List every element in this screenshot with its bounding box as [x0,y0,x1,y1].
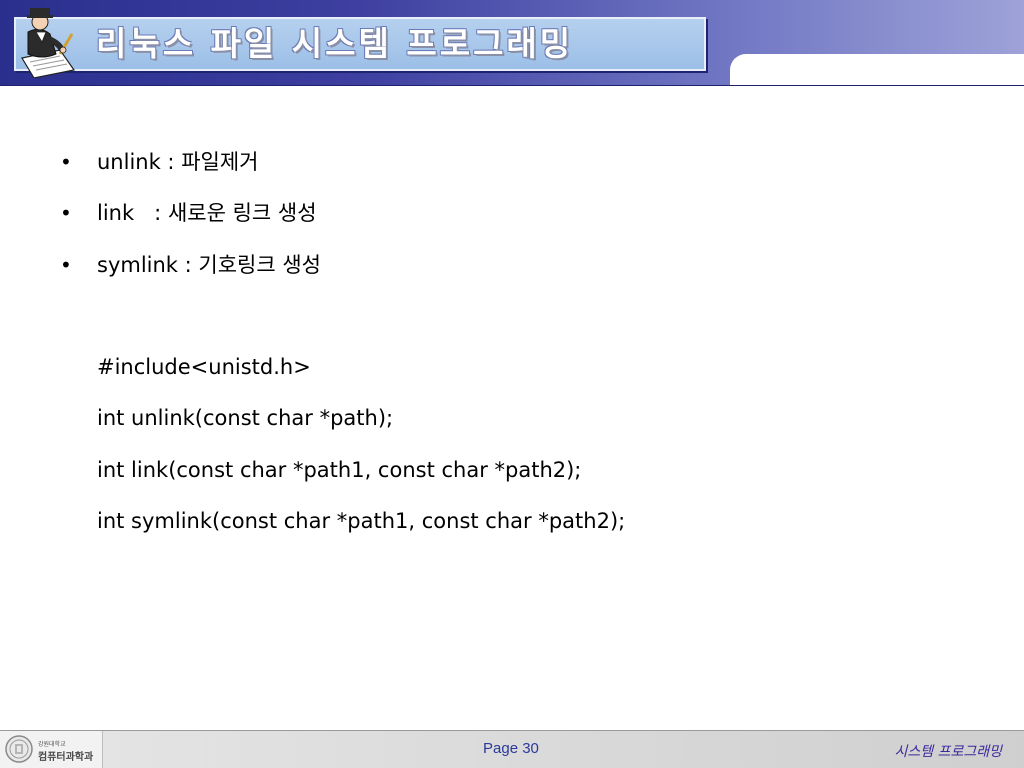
code-line-link: int link(const char *path1, const char *… [97,458,582,482]
footer-logo: 강원대학교 컴퓨터과학과 [0,731,103,768]
bullet-dot: • [60,253,72,277]
bullet-term: unlink : [97,150,175,174]
university-seal-icon [5,735,33,763]
slide-content: • unlink : 파일제거 • link : 새로운 링크 생성 • symlin… [0,0,1024,768]
slide-footer: 강원대학교 컴퓨터과학과 Page 30 시스템 프로그래밍 [0,730,1024,768]
code-line-symlink: int symlink(const char *path1, const cha… [97,509,626,533]
bullet-dot: • [60,201,72,225]
bullet-dot: • [60,150,72,174]
bullet-desc: 기호링크 생성 [198,253,322,277]
bullet-term: symlink : [97,253,192,277]
bullet-item-link: • link : 새로운 링크 생성 [60,197,317,229]
footer-university: 강원대학교 [38,741,66,748]
code-line-unlink: int unlink(const char *path); [97,406,394,430]
bullet-desc: 파일제거 [181,150,259,174]
bullet-item-symlink: • symlink : 기호링크 생성 [60,249,321,281]
bullet-item-unlink: • unlink : 파일제거 [60,146,258,178]
bullet-desc: 새로운 링크 생성 [167,201,317,225]
page-number: Page 30 [483,740,539,757]
footer-department: 컴퓨터과학과 [38,752,94,763]
bullet-term: link : [97,201,162,225]
footer-course-label: 시스템 프로그래밍 [894,744,1003,760]
code-line-include: #include<unistd.h> [97,355,311,379]
